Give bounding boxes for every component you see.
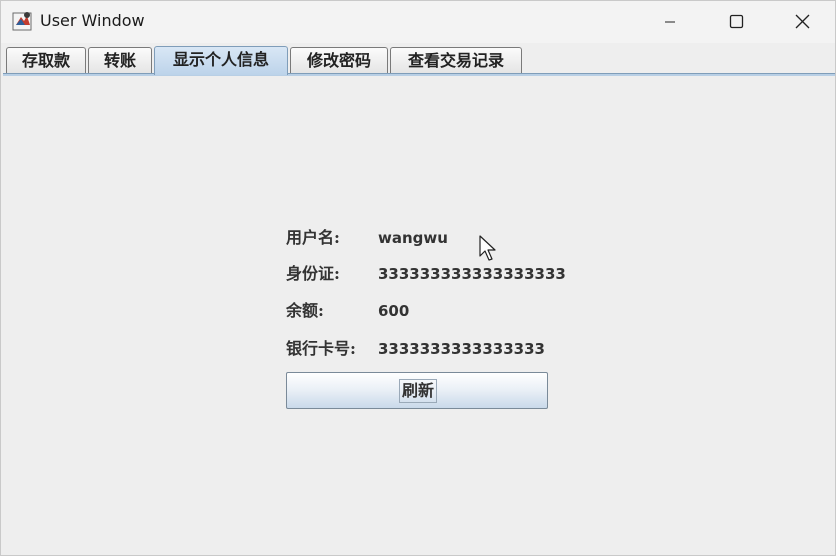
close-icon	[795, 14, 810, 29]
card-number-value: 3333333333333333	[378, 340, 545, 358]
tab-transfer[interactable]: 转账	[88, 47, 152, 74]
tab-transaction-history[interactable]: 查看交易记录	[390, 47, 522, 74]
id-number-value: 333333333333333333	[378, 265, 566, 283]
title-bar[interactable]: User Window	[1, 1, 835, 43]
close-button[interactable]	[769, 1, 835, 43]
id-number-label: 身份证:	[286, 264, 340, 283]
username-label: 用户名:	[286, 228, 340, 247]
maximize-button[interactable]	[703, 1, 769, 43]
refresh-button[interactable]: 刷新	[286, 372, 548, 409]
window-title: User Window	[40, 11, 145, 30]
tab-change-password[interactable]: 修改密码	[290, 47, 388, 74]
tab-personal-info[interactable]: 显示个人信息	[154, 46, 288, 75]
user-window: User Window 存取款 转账 显示个人信息 修改密码 查看交易记录 用户…	[0, 0, 836, 556]
card-number-label: 银行卡号:	[286, 339, 356, 358]
balance-label: 余额:	[286, 301, 324, 320]
tab-strip: 存取款 转账 显示个人信息 修改密码 查看交易记录	[1, 43, 835, 75]
java-app-icon	[12, 10, 34, 32]
username-value: wangwu	[378, 229, 448, 247]
minimize-icon	[665, 21, 675, 23]
maximize-icon	[729, 14, 744, 29]
balance-value: 600	[378, 302, 410, 320]
tab-deposit-withdraw[interactable]: 存取款	[6, 47, 86, 74]
minimize-button[interactable]	[637, 1, 703, 43]
refresh-button-label: 刷新	[399, 379, 438, 403]
personal-info-panel	[3, 76, 835, 555]
